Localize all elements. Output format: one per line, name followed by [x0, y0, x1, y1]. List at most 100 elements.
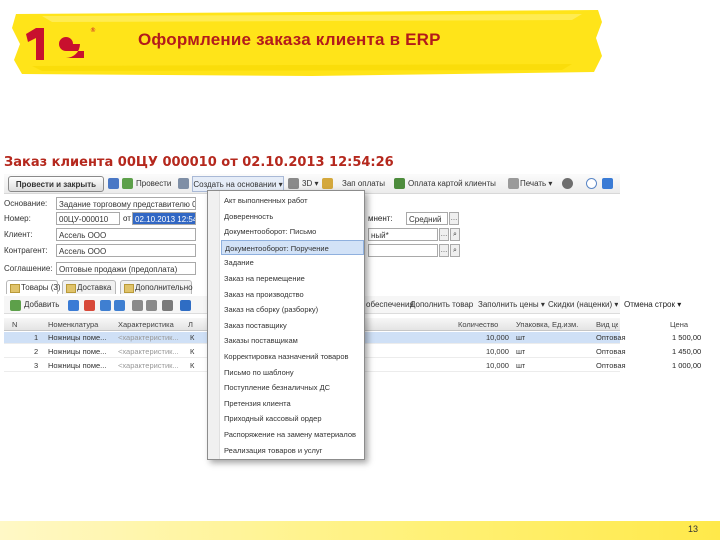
right-field-2-search-icon[interactable]: ⌕ [450, 228, 460, 241]
menu-item-production-order[interactable]: Заказ на производство [221, 287, 364, 303]
menu-item-cashless-receipt[interactable]: Поступление безналичных ДС [221, 380, 364, 396]
menu-item-act[interactable]: Акт выполненных работ [221, 193, 364, 209]
row-characteristic[interactable]: <характеристик... [118, 332, 184, 344]
add-row-button[interactable]: Добавить [24, 296, 59, 314]
card-payment-button[interactable]: Оплата картой клиенты [408, 176, 496, 192]
contractor-label: Контрагент: [4, 246, 48, 255]
row-characteristic[interactable]: <характеристик... [118, 360, 184, 372]
row-item[interactable]: Ножницы поме... [48, 346, 114, 358]
save-icon[interactable] [108, 178, 119, 189]
menu-item-client-claim[interactable]: Претензия клиента [221, 396, 364, 412]
number-field[interactable]: 00ЦУ-000010 [56, 212, 120, 225]
sort-icon[interactable] [162, 300, 173, 311]
date-field[interactable]: 02.10.2013 12:54 [132, 212, 196, 225]
menu-item-supplier-order[interactable]: Заказ поставщику [221, 318, 364, 334]
right-field-3-select-button[interactable]: … [439, 244, 449, 257]
col-price[interactable]: Цена [670, 318, 716, 331]
menu-item-task[interactable]: Задание [221, 255, 364, 271]
menu-item-transfer-order[interactable]: Заказ на перемещение [221, 271, 364, 287]
row-number: 2 [34, 347, 39, 356]
fill-icon[interactable] [132, 300, 143, 311]
right-field-3[interactable] [368, 244, 438, 257]
post-icon [122, 178, 133, 189]
1c-logo: ® [26, 27, 96, 60]
col-price-type[interactable]: Вид цены [596, 318, 618, 331]
row-price-type[interactable]: Оптовая [596, 346, 626, 358]
menu-item-supplier-orders[interactable]: Заказы поставщикам [221, 333, 364, 349]
col-unit[interactable]: Упаковка, Ед.изм. [516, 318, 594, 331]
row-characteristic[interactable]: <характеристик... [118, 346, 184, 358]
row-price-type[interactable]: Оптовая [596, 332, 626, 344]
row-unit[interactable]: шт [516, 346, 525, 358]
menu-item-template-letter[interactable]: Письмо по шаблону [221, 365, 364, 381]
row-quantity[interactable]: 10,000 [486, 346, 509, 358]
supply-button[interactable]: обеспечения [366, 296, 414, 314]
printer-icon [508, 178, 519, 189]
post-button[interactable]: Провести [136, 176, 171, 192]
col-l[interactable]: Л [188, 318, 198, 331]
gear-icon[interactable] [562, 178, 573, 189]
col-item[interactable]: Номенклатура [48, 318, 116, 331]
row-quantity[interactable]: 10,000 [486, 360, 509, 372]
add-icon[interactable] [602, 178, 613, 189]
print-button[interactable]: Печать ▾ [520, 176, 552, 192]
menu-item-docflow-assignment[interactable]: Документооборот: Поручение [221, 239, 364, 256]
fill-goods-button[interactable]: Дополнить товар [410, 296, 473, 314]
agreement-field[interactable]: Оптовые продажи (предоплата) [56, 262, 196, 275]
row-unit[interactable]: шт [516, 360, 525, 372]
client-label: Клиент: [4, 230, 33, 239]
col-quantity[interactable]: Количество [458, 318, 512, 331]
cancel-rows-button[interactable]: Отмена строк ▾ [624, 300, 681, 310]
footer-bar: 13 [0, 521, 720, 540]
image-icon[interactable] [322, 178, 333, 189]
row-price-type[interactable]: Оптовая [596, 360, 626, 372]
select-icon[interactable] [146, 300, 157, 311]
menu-item-goods-assignment-adjustment[interactable]: Корректировка назначений товаров [221, 349, 364, 365]
row-item[interactable]: Ножницы поме... [48, 360, 114, 372]
menu-item-material-replacement[interactable]: Распоряжение на замену материалов [221, 427, 364, 443]
col-n[interactable]: N [12, 318, 17, 331]
row-price[interactable]: 1 500,00 [672, 332, 701, 344]
row-quantity[interactable]: 10,000 [486, 332, 509, 344]
right-field-2[interactable]: ный* [368, 228, 438, 241]
row-price[interactable]: 1 450,00 [672, 346, 701, 358]
right-field-2-select-button[interactable]: … [439, 228, 449, 241]
fill-prices-button[interactable]: Заполнить цены ▾ [478, 296, 545, 314]
delete-icon[interactable] [84, 300, 95, 311]
help-icon[interactable] [586, 178, 597, 189]
from-label: от [123, 214, 131, 223]
priority-select-button[interactable]: … [449, 212, 459, 225]
right-field-3-search-icon[interactable]: ⌕ [450, 244, 460, 257]
contractor-field[interactable]: Ассель ООО [56, 244, 196, 257]
move-up-icon[interactable] [100, 300, 111, 311]
row-item[interactable]: Ножницы поме... [48, 332, 114, 344]
menu-item-docflow-letter[interactable]: Документооборот: Письмо [221, 224, 364, 240]
copy-icon[interactable] [68, 300, 79, 311]
post-and-close-button[interactable]: Провести и закрыть [8, 176, 104, 192]
basis-field[interactable]: Задание торговому представителю 00 [56, 197, 196, 210]
3d-icon [288, 178, 299, 189]
add-row-icon[interactable] [10, 300, 21, 311]
menu-item-cash-receipt-order[interactable]: Приходный кассовый ордер [221, 411, 364, 427]
row-number: 3 [34, 361, 39, 370]
client-field[interactable]: Ассель ООО [56, 228, 196, 241]
tab-delivery[interactable]: Доставка [62, 280, 116, 294]
move-down-icon[interactable] [114, 300, 125, 311]
tab-additional[interactable]: Дополнительно [120, 280, 193, 294]
create-based-on-menu: Акт выполненных работ Доверенность Докум… [207, 190, 365, 460]
document-title: Заказ клиента 00ЦУ 000010 от 02.10.2013 … [4, 155, 394, 170]
tab-goods[interactable]: Товары (3) [6, 280, 61, 294]
row-number: 1 [34, 333, 39, 342]
discounts-button[interactable]: Скидки (наценки) ▾ [548, 296, 618, 314]
row-price[interactable]: 1 000,00 [672, 360, 701, 372]
menu-item-assembly-order[interactable]: Заказ на сборку (разборку) [221, 302, 364, 318]
document-icon [178, 178, 189, 189]
priority-field[interactable]: Средний [406, 212, 448, 225]
barcode-icon[interactable] [180, 300, 191, 311]
basis-label: Основание: [4, 199, 48, 208]
menu-item-power-of-attorney[interactable]: Доверенность [221, 209, 364, 225]
col-characteristic[interactable]: Характеристика [118, 318, 186, 331]
menu-item-sales[interactable]: Реализация товаров и услуг [221, 443, 364, 459]
card-icon [394, 178, 405, 189]
row-unit[interactable]: шт [516, 332, 525, 344]
